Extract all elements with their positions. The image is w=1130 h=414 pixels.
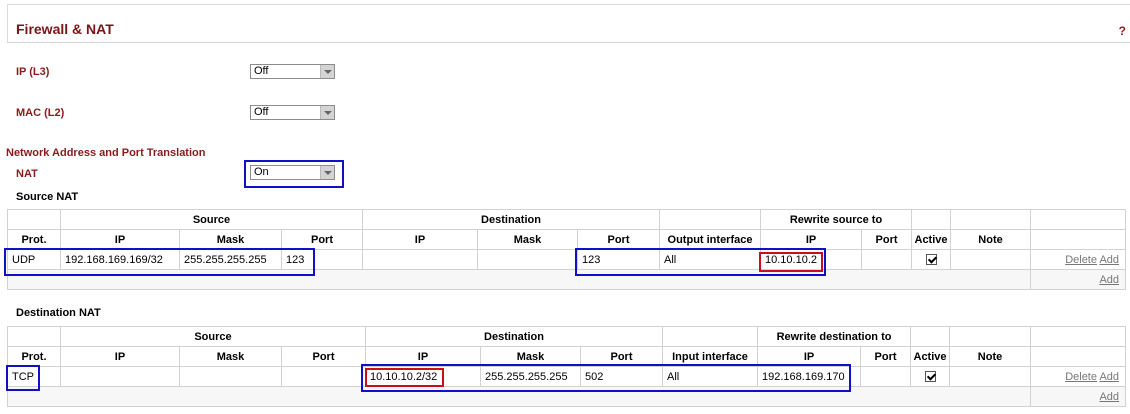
col-rewrite-port: Port (860, 346, 912, 367)
add-link[interactable]: Add (1099, 371, 1119, 383)
cell-active (910, 366, 951, 387)
page-title: Firewall & NAT (16, 21, 114, 37)
col-note: Note (950, 229, 1032, 250)
source-group-header: Source (60, 209, 363, 230)
empty-cell (1030, 346, 1127, 367)
empty-cell (911, 209, 952, 230)
destination-ip-highlight (365, 368, 444, 387)
help-link[interactable]: ? (1119, 24, 1126, 38)
rewrite-group-header: Rewrite destination to (757, 326, 912, 347)
prot-highlight (6, 365, 40, 391)
chevron-down-icon (320, 65, 334, 78)
chevron-down-icon (320, 106, 334, 119)
empty-cell (949, 326, 1032, 347)
cell-note[interactable] (950, 249, 1032, 270)
nat-highlight (244, 160, 344, 188)
nat-label: NAT (16, 168, 38, 180)
col-src-port: Port (281, 229, 363, 250)
col-src-mask: Mask (179, 229, 282, 250)
top-border (7, 4, 1130, 5)
empty-cell (910, 326, 951, 347)
col-prot: Prot. (7, 229, 61, 250)
delete-link[interactable]: Delete (1065, 254, 1097, 266)
cell-dst-mask[interactable] (477, 249, 578, 270)
left-border (7, 4, 8, 43)
col-src-port: Port (281, 346, 366, 367)
mac-l2-value: Off (254, 106, 269, 118)
cell-src-port[interactable] (281, 366, 366, 387)
active-checkbox[interactable] (924, 371, 936, 383)
ip-l3-value: Off (254, 65, 269, 77)
ip-l3-select[interactable]: Off (250, 64, 335, 79)
title-divider (7, 42, 1130, 43)
col-src-mask: Mask (179, 346, 282, 367)
delete-link[interactable]: Delete (1065, 371, 1097, 383)
napt-heading: Network Address and Port Translation (6, 147, 206, 159)
cell-rewrite-port[interactable] (860, 366, 912, 387)
empty-cell (659, 209, 762, 230)
rewrite-group-header: Rewrite source to (760, 209, 913, 230)
column-header-row: Prot. IP Mask Port IP Mask Port Output i… (7, 229, 1127, 250)
col-rewrite-ip: IP (760, 229, 863, 250)
col-note: Note (949, 346, 1032, 367)
add-new-link[interactable]: Add (1099, 391, 1119, 403)
col-dst-port: Port (576, 229, 661, 250)
add-new-link[interactable]: Add (1099, 274, 1119, 286)
active-checkbox[interactable] (925, 254, 937, 266)
cell-actions: Delete Add (1030, 366, 1127, 387)
col-dst-mask: Mask (477, 229, 578, 250)
col-src-ip: IP (60, 229, 180, 250)
cell-rewrite-port[interactable] (861, 249, 913, 270)
col-output-interface: Output interface (659, 229, 762, 250)
destination-group-header: Destination (361, 209, 661, 230)
cell-note[interactable] (949, 366, 1032, 387)
col-active: Active (911, 229, 952, 250)
source-highlight (4, 248, 315, 276)
cell-active (911, 249, 952, 270)
cell-actions: Add (1030, 269, 1127, 290)
col-active: Active (910, 346, 951, 367)
empty-cell (7, 326, 61, 347)
empty-cell (1030, 209, 1127, 230)
col-dst-ip: IP (362, 229, 478, 250)
destination-group-header: Destination (364, 326, 664, 347)
cell-dst-ip[interactable] (362, 249, 478, 270)
mac-l2-select[interactable]: Off (250, 105, 335, 120)
ip-l3-label: IP (L3) (16, 66, 50, 78)
col-src-ip: IP (60, 346, 180, 367)
rewrite-ip-highlight (759, 252, 823, 272)
cell-actions: Delete Add (1030, 249, 1127, 270)
destination-nat-title: Destination NAT (16, 307, 101, 319)
col-prot: Prot. (7, 346, 61, 367)
empty-cell (950, 209, 1032, 230)
empty-cell (7, 209, 61, 230)
cell-actions: Add (1030, 386, 1127, 407)
source-group-header: Source (60, 326, 366, 347)
group-header-row: Source Destination Rewrite source to (7, 209, 1127, 230)
col-rewrite-port: Port (861, 229, 913, 250)
cell-src-mask[interactable] (179, 366, 282, 387)
group-header-row: Source Destination Rewrite destination t… (7, 326, 1127, 347)
mac-l2-label: MAC (L2) (16, 107, 65, 119)
add-link[interactable]: Add (1099, 254, 1119, 266)
source-nat-title: Source NAT (16, 191, 79, 203)
cell-src-ip[interactable] (60, 366, 180, 387)
empty-cell (1030, 229, 1127, 250)
empty-cell (662, 326, 759, 347)
empty-cell (1030, 326, 1127, 347)
